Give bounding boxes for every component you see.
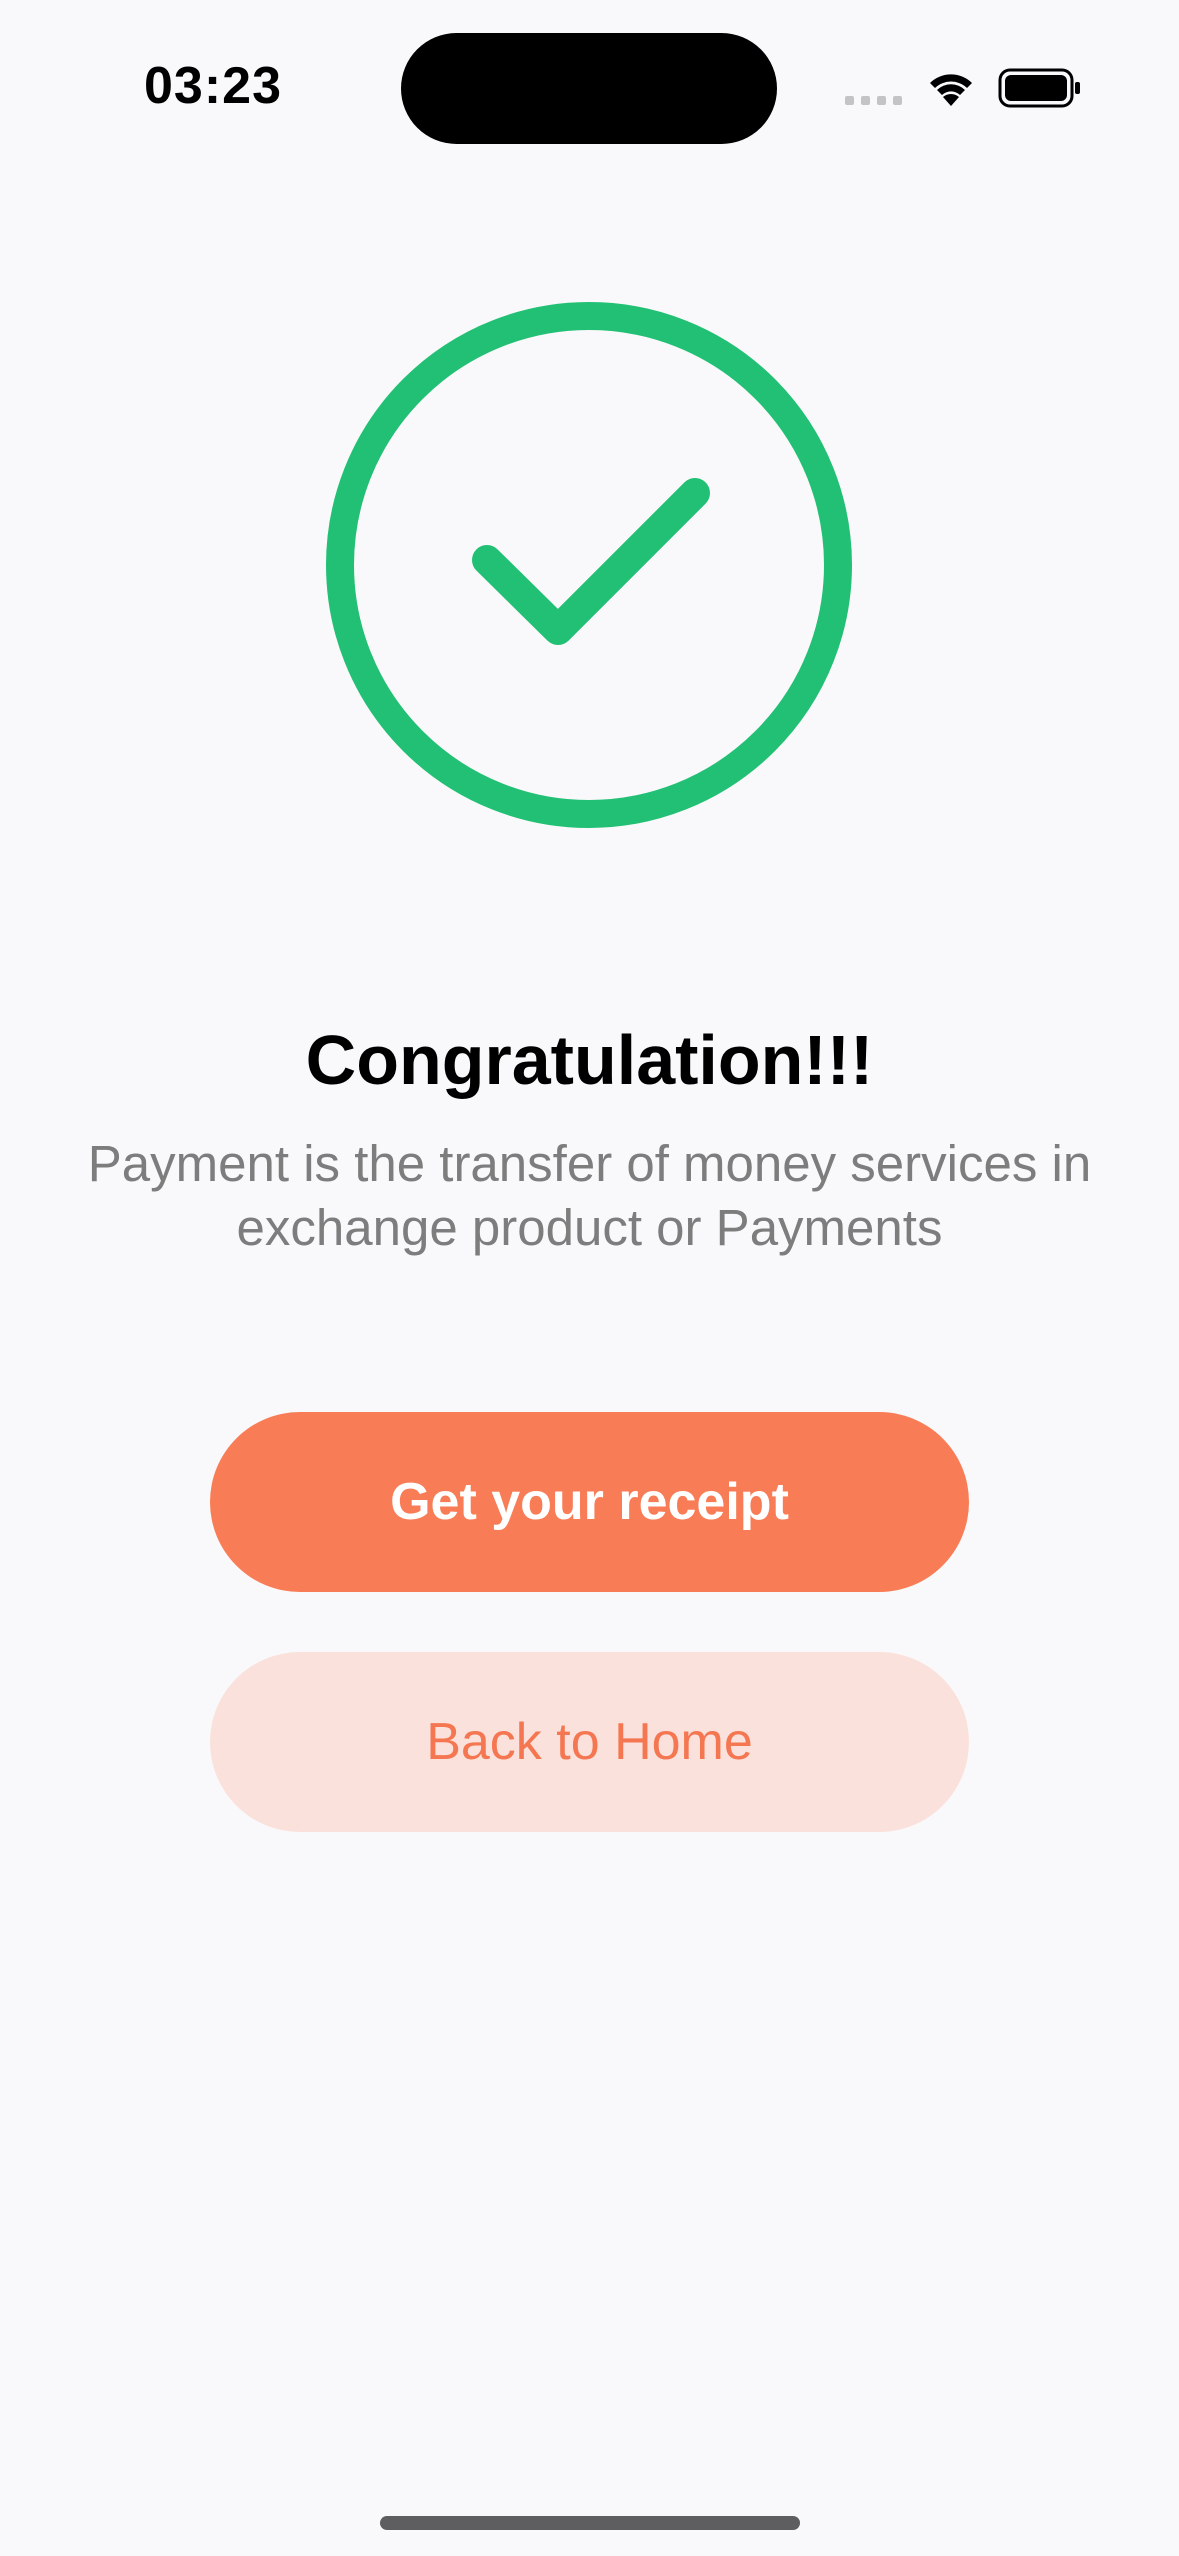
success-message: Payment is the transfer of money service… — [87, 1135, 1092, 1256]
status-time: 03:23 — [144, 57, 282, 115]
back-to-home-button[interactable]: Back to Home — [210, 1652, 969, 1832]
battery-icon — [998, 68, 1080, 108]
success-title: Congratulation!!! — [305, 1021, 874, 1099]
cellular-signal-icon — [845, 96, 902, 105]
get-receipt-button[interactable]: Get your receipt — [210, 1412, 969, 1592]
wifi-icon — [930, 74, 972, 106]
home-indicator[interactable] — [380, 2516, 800, 2530]
dynamic-island — [401, 33, 777, 144]
check-circle-icon — [326, 302, 852, 828]
